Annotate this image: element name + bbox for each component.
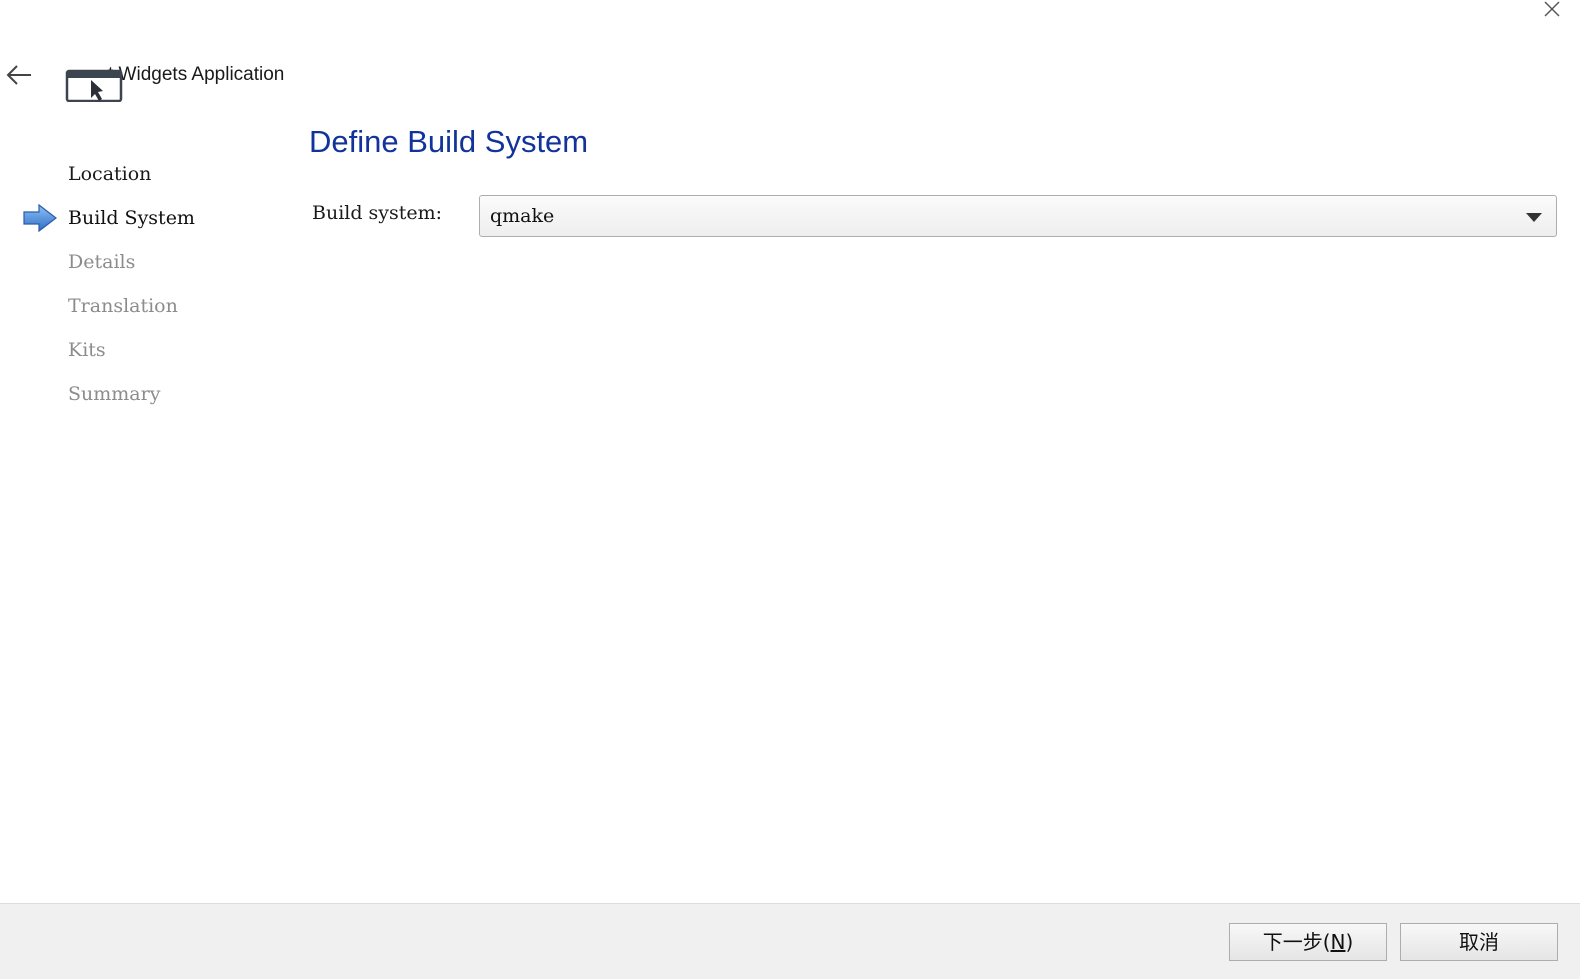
close-icon[interactable] [1542, 0, 1562, 20]
current-step-arrow-icon [22, 203, 58, 233]
step-label: Summary [68, 383, 161, 405]
next-button-label-prefix: 下一步( [1262, 930, 1331, 954]
build-system-value: qmake [490, 205, 555, 227]
step-label: Details [68, 251, 136, 273]
step-details: Details [0, 240, 290, 284]
wizard-footer: 下一步(N) 取消 [0, 903, 1580, 979]
step-label: Build System [68, 207, 195, 229]
step-build-system: Build System [0, 196, 290, 240]
chevron-down-icon [1526, 210, 1542, 222]
wizard-title-text: t Widgets Application [108, 64, 285, 85]
next-button-mnemonic: N [1330, 930, 1346, 954]
next-button-label-suffix: ) [1345, 930, 1354, 954]
wizard-title: t Widgets Application [108, 64, 284, 86]
build-system-select[interactable]: qmake [479, 195, 1557, 237]
step-label: Translation [68, 295, 178, 317]
step-label: Kits [68, 339, 106, 361]
back-arrow-icon[interactable] [4, 62, 34, 88]
build-system-label: Build system: [312, 202, 443, 224]
step-kits: Kits [0, 328, 290, 372]
wizard-window: t Widgets Application Location Build Sys… [0, 0, 1580, 979]
next-button[interactable]: 下一步(N) [1229, 923, 1387, 961]
step-translation: Translation [0, 284, 290, 328]
wizard-steps: Location Build System Details Translatio… [0, 152, 290, 416]
step-label: Location [68, 163, 152, 185]
cancel-button[interactable]: 取消 [1400, 923, 1558, 961]
qt-widgets-app-icon [64, 68, 124, 103]
step-summary: Summary [0, 372, 290, 416]
step-location: Location [0, 152, 290, 196]
page-title: Define Build System [309, 124, 589, 159]
